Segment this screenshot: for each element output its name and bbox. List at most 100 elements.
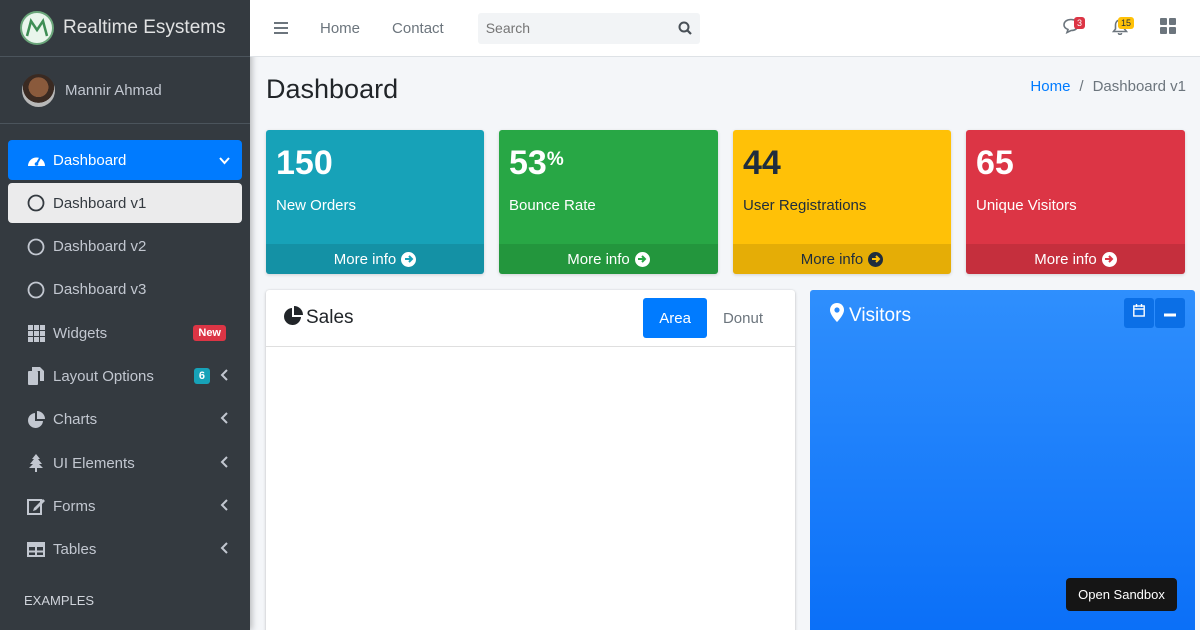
sidebar-item-label: Forms (53, 497, 96, 515)
avatar (22, 73, 55, 107)
sidebar-item-charts[interactable]: Charts (8, 400, 242, 440)
count-badge: 6 (193, 368, 210, 385)
sidebar-item-widgets[interactable]: Widgets New (8, 313, 242, 353)
stat-box-new-orders: 150 New Orders More info (266, 130, 484, 274)
collapse-button[interactable] (1155, 298, 1185, 328)
open-sandbox-button[interactable]: Open Sandbox (1066, 578, 1177, 611)
stat-value: 150 (276, 144, 333, 182)
sidebar-item-ui-elements[interactable]: UI Elements (8, 443, 242, 483)
calendar-icon (1133, 304, 1145, 322)
nav-link-contact[interactable]: Contact (392, 20, 444, 37)
tab-area[interactable]: Area (643, 298, 707, 338)
sales-card-header: Sales Area Donut (266, 290, 795, 347)
sales-tabs: Area Donut (643, 298, 779, 338)
search-icon[interactable] (670, 13, 700, 44)
visitors-card-tools (1123, 298, 1185, 328)
messages-dropdown[interactable]: 3 (1048, 9, 1096, 49)
map-marker-icon (830, 303, 844, 328)
user-name[interactable]: Mannir Ahmad (65, 82, 162, 99)
more-info-link[interactable]: More info (499, 244, 718, 274)
edit-icon (26, 496, 46, 516)
sidebar-item-dashboard-v3[interactable]: Dashboard v3 (8, 270, 242, 310)
chevron-left-icon (218, 499, 230, 514)
tab-donut[interactable]: Donut (707, 298, 779, 338)
sidebar-item-label: Charts (53, 411, 98, 429)
search-input[interactable] (477, 12, 670, 44)
calendar-button[interactable] (1124, 298, 1154, 328)
sidebar-item-label: Dashboard v2 (53, 238, 147, 256)
stat-box-unique-visitors: 65 Unique Visitors More info (966, 130, 1185, 274)
sidebar-item-label: Dashboard v1 (53, 194, 147, 212)
arrow-circle-right-icon (868, 251, 884, 267)
visitors-card-title: Visitors (849, 304, 911, 326)
nav-header-examples: EXAMPLES (24, 592, 95, 608)
nav-link-home[interactable]: Home (320, 20, 360, 37)
sidebar-item-dashboard-v1[interactable]: Dashboard v1 (8, 183, 242, 224)
user-panel[interactable]: Mannir Ahmad (0, 57, 250, 124)
more-info-link[interactable]: More info (733, 244, 951, 274)
breadcrumb-home[interactable]: Home (1030, 78, 1070, 95)
top-navbar: Home Contact 3 15 (250, 0, 1200, 57)
notifications-badge: 15 (1118, 16, 1135, 29)
control-sidebar-toggle[interactable] (1144, 9, 1192, 49)
sidebar-item-forms[interactable]: Forms (8, 486, 242, 526)
chevron-left-icon (218, 412, 230, 427)
visitors-card-title-wrap: Visitors (830, 303, 911, 328)
stat-label: New Orders (276, 197, 357, 214)
stat-box-bounce-rate: 53% Bounce Rate More info (499, 130, 718, 274)
sidebar-item-label: Dashboard (53, 151, 127, 169)
stat-label: Unique Visitors (976, 197, 1077, 214)
sidebar-item-label: UI Elements (53, 454, 135, 472)
more-info-link[interactable]: More info (266, 244, 484, 274)
stat-value: 65 (976, 144, 1014, 182)
arrow-circle-right-icon (1101, 251, 1117, 267)
navbar-right: 3 15 (1048, 0, 1200, 57)
sidebar-nav: Dashboard Dashboard v1 Dashboard v2 Dash… (0, 124, 250, 570)
messages-badge: 3 (1074, 16, 1086, 29)
main-sidebar: Realtime Esystems Mannir Ahmad Dashboard… (0, 0, 250, 630)
pie-chart-icon (283, 305, 303, 331)
tachometer-icon (26, 150, 46, 170)
pie-chart-icon (26, 410, 46, 430)
sidebar-item-dashboard-v2[interactable]: Dashboard v2 (8, 227, 242, 267)
new-badge: New (193, 325, 226, 342)
th-large-icon (1160, 18, 1176, 39)
stat-value: 53% (509, 144, 564, 182)
copy-icon (26, 366, 46, 386)
more-info-label: More info (333, 250, 397, 268)
circle-icon (26, 193, 46, 213)
more-info-label: More info (800, 250, 864, 268)
stat-label: User Registrations (743, 197, 867, 214)
sidebar-item-label: Dashboard v3 (53, 281, 147, 299)
stat-value: 44 (743, 144, 781, 182)
content-header: Dashboard Home / Dashboard v1 (266, 74, 1186, 110)
sidebar-item-dashboard[interactable]: Dashboard (8, 140, 242, 180)
more-info-label: More info (567, 250, 630, 268)
sidebar-item-label: Widgets (53, 324, 108, 342)
sidebar-item-layout-options[interactable]: Layout Options 6 (8, 356, 242, 396)
th-icon (26, 323, 46, 343)
circle-icon (26, 280, 46, 300)
tree-icon (26, 453, 46, 473)
stat-box-user-registrations: 44 User Registrations More info (733, 130, 951, 274)
brand-link[interactable]: Realtime Esystems (0, 0, 250, 57)
stat-label: Bounce Rate (509, 197, 596, 214)
more-info-link[interactable]: More info (966, 244, 1185, 274)
chevron-left-icon (218, 542, 230, 557)
minus-icon (1164, 304, 1176, 322)
sidebar-item-tables[interactable]: Tables (8, 530, 242, 570)
menu-toggle-icon[interactable] (274, 22, 288, 34)
table-icon (26, 540, 46, 560)
brand-name: Realtime Esystems (63, 17, 226, 38)
chevron-left-icon (218, 369, 230, 384)
arrow-circle-right-icon (634, 251, 650, 267)
sidebar-item-label: Layout Options (53, 367, 154, 385)
sidebar-item-label: Tables (53, 541, 97, 559)
circle-icon (26, 237, 46, 257)
notifications-dropdown[interactable]: 15 (1096, 9, 1144, 49)
brand-logo-icon (20, 11, 54, 45)
sales-card-title: Sales (306, 307, 354, 328)
breadcrumb: Home / Dashboard v1 (1030, 78, 1186, 95)
more-info-label: More info (1034, 250, 1097, 268)
sales-card: Sales Area Donut (266, 290, 795, 630)
